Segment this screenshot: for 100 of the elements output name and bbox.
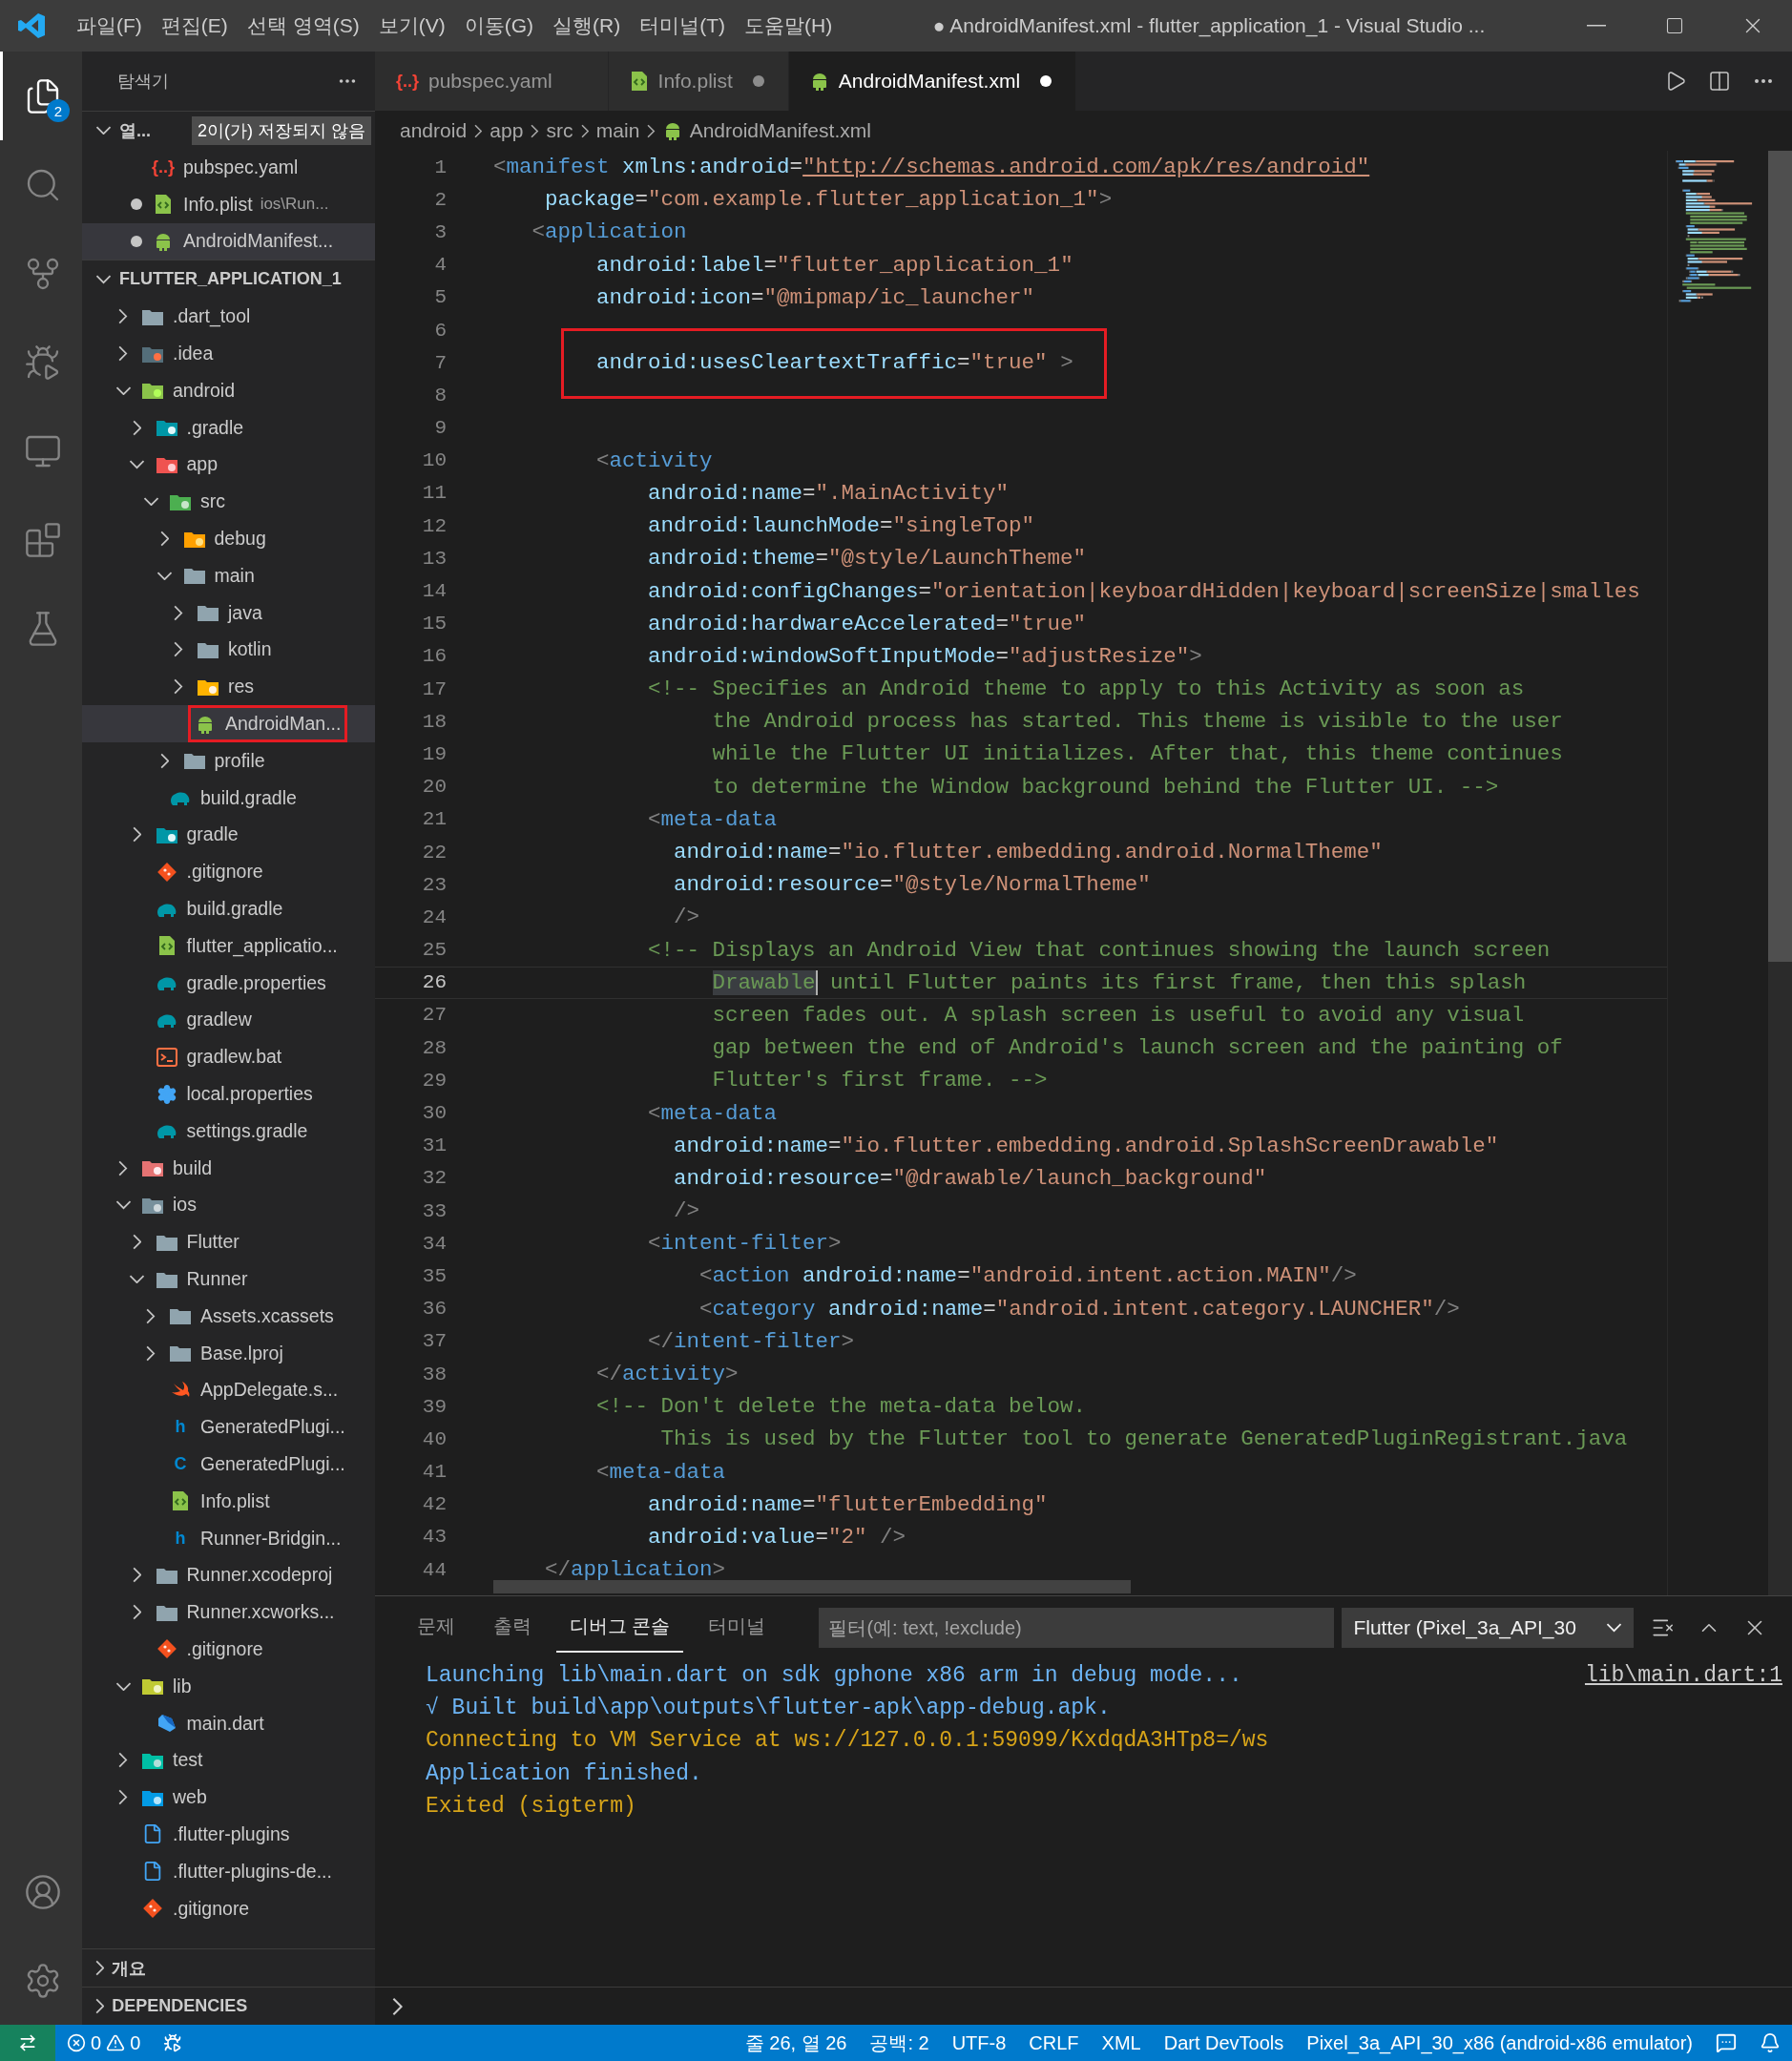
menu-item[interactable]: 실행(R) <box>543 12 631 39</box>
panel-tab[interactable]: 문제 <box>404 1603 469 1653</box>
menu-item[interactable]: 이동(G) <box>454 12 543 39</box>
panel-tab[interactable]: 출력 <box>480 1603 545 1653</box>
status-item[interactable]: 줄 26, 열 26 <box>733 2030 859 2056</box>
scrollbar[interactable] <box>1768 151 1792 1595</box>
menu-item[interactable]: 편집(E) <box>151 12 238 39</box>
chevron-right-icon <box>132 1567 142 1584</box>
open-editor-item[interactable]: AndroidManifest... <box>82 222 375 260</box>
tree-item[interactable]: java <box>82 593 375 632</box>
panel-tab[interactable]: 디버그 콘솔 <box>556 1603 684 1653</box>
tree-item[interactable]: build.gradle <box>82 779 375 817</box>
problems-status[interactable]: 0 0 <box>55 2031 153 2054</box>
tree-item[interactable]: test <box>82 1741 375 1780</box>
tree-item[interactable]: res <box>82 668 375 706</box>
menu-item[interactable]: 선택 영역(S) <box>237 12 369 39</box>
breadcrumb-item[interactable]: android <box>400 119 468 142</box>
tree-item[interactable]: .gitignore <box>82 1631 375 1668</box>
tree-item[interactable]: h GeneratedPlugi... <box>82 1408 375 1447</box>
editor-tab[interactable]: Info.plist <box>608 52 789 111</box>
breadcrumb-item[interactable]: app <box>490 119 524 142</box>
tree-item[interactable]: gradle.properties <box>82 964 375 1002</box>
status-item[interactable]: XML <box>1090 2031 1153 2054</box>
session-dropdown[interactable]: Flutter (Pixel_3a_API_30 <box>1342 1608 1635 1648</box>
status-item[interactable]: Dart DevTools <box>1152 2031 1296 2054</box>
section-header[interactable]: 열... 2이(가) 저장되지 않음 <box>82 111 375 149</box>
tree-item[interactable]: flutter_applicatio... <box>82 926 375 965</box>
tree-item[interactable]: profile <box>82 741 375 780</box>
tree-item[interactable]: main <box>82 556 375 594</box>
tree-item[interactable]: Runner.xcodeproj <box>82 1556 375 1594</box>
split-editor-icon[interactable] <box>1708 70 1731 93</box>
editor-tab[interactable]: AndroidManifest.xml <box>788 52 1077 111</box>
tree-item[interactable]: gradle <box>82 816 375 854</box>
tree-item[interactable]: AndroidMan... <box>82 705 375 742</box>
remote-button[interactable] <box>0 2025 55 2061</box>
line-number: 8 <box>433 384 447 406</box>
open-editor-item[interactable]: Info.plist ios\Run... <box>82 185 375 223</box>
error-icon <box>67 2033 86 2052</box>
menu-item[interactable]: 터미널(T) <box>630 12 735 39</box>
file-name: .gitignore <box>186 1637 263 1660</box>
tree-item[interactable]: .gitignore <box>82 853 375 891</box>
tree-item[interactable]: android <box>82 372 375 409</box>
status-item[interactable]: CRLF <box>1017 2031 1091 2054</box>
minimize-icon <box>1587 25 1606 27</box>
menu-item[interactable]: 파일(F) <box>67 12 152 39</box>
tree-item[interactable]: web <box>82 1779 375 1817</box>
tree-item[interactable]: .idea <box>82 335 375 372</box>
menu-item[interactable]: 도움말(H) <box>734 12 843 39</box>
horizontal-scrollbar[interactable] <box>493 1580 1131 1593</box>
tree-item[interactable]: C GeneratedPlugi... <box>82 1446 375 1483</box>
breadcrumb-item[interactable]: src <box>546 119 573 142</box>
code-line: <action android:name="android.intent.action.MAIN"/> <box>698 1263 1357 1289</box>
console-line: √ Built build\app\outputs\flutter-apk\app-debug.apk. <box>426 1696 1111 1721</box>
breadcrumb-item[interactable]: AndroidManifest.xml <box>689 119 871 142</box>
tree-item[interactable]: Flutter <box>82 1223 375 1261</box>
status-item[interactable]: Pixel_3a_API_30_x86 (android-x86 emulator) <box>1295 2031 1704 2054</box>
tree-item[interactable]: .flutter-plugins <box>82 1816 375 1853</box>
tree-item[interactable]: main.dart <box>82 1704 375 1742</box>
tree-item[interactable]: build.gradle <box>82 890 375 927</box>
status-item[interactable]: 공백: 2 <box>858 2030 941 2056</box>
status-item[interactable]: UTF-8 <box>940 2031 1018 2054</box>
source-link[interactable]: lib\main.dart:1 <box>1584 1663 1782 1689</box>
tree-item[interactable]: app <box>82 446 375 484</box>
tree-item[interactable]: .dart_tool <box>82 298 375 336</box>
tree-item[interactable]: Assets.xcassets <box>82 1297 375 1335</box>
tree-item[interactable]: .flutter-plugins-de... <box>82 1852 375 1890</box>
breadcrumb-item[interactable]: main <box>595 119 640 142</box>
tree-item[interactable]: .gradle <box>82 408 375 447</box>
tree-item[interactable]: local.properties <box>82 1075 375 1113</box>
tree-item[interactable]: Runner.xcworks... <box>82 1593 375 1632</box>
tree-item[interactable]: debug <box>82 520 375 557</box>
tree-item[interactable]: gradlew.bat <box>82 1038 375 1076</box>
tree-item[interactable]: build <box>82 1149 375 1187</box>
code-line: android:name="flutterEmbedding" <box>647 1491 1048 1517</box>
tree-item[interactable]: lib <box>82 1667 375 1705</box>
file-name: Info.plist <box>200 1489 270 1512</box>
tree-item[interactable]: Runner <box>82 1260 375 1298</box>
tree-item[interactable]: src <box>82 483 375 521</box>
tree-item[interactable]: .gitignore <box>82 1889 375 1927</box>
tree-item[interactable]: kotlin <box>82 631 375 669</box>
editor-tab[interactable]: {..} pubspec.yaml <box>375 52 609 111</box>
open-editor-item[interactable]: {..} pubspec.yaml <box>82 149 375 186</box>
panel-tab[interactable]: 터미널 <box>695 1603 780 1653</box>
menu-item[interactable]: 보기(V) <box>368 12 455 39</box>
file-name: gradle <box>186 823 239 846</box>
tree-item[interactable]: settings.gradle <box>82 1112 375 1150</box>
filter-field[interactable]: 필터(예: text, !exclude) <box>819 1608 1335 1648</box>
code-line: android:name=".MainActivity" <box>647 480 1010 506</box>
file-name: build <box>173 1156 213 1179</box>
file-name: test <box>173 1749 203 1772</box>
tree-item[interactable]: AppDelegate.s... <box>82 1371 375 1409</box>
tree-item[interactable]: ios <box>82 1186 375 1224</box>
code-line: android:launchMode="singleTop" <box>647 513 1035 539</box>
tree-item[interactable]: Base.lproj <box>82 1334 375 1372</box>
tree-item[interactable]: h Runner-Bridgin... <box>82 1519 375 1557</box>
code-line: android:windowSoftInputMode="adjustResize"> <box>647 643 1202 669</box>
code-line: /> <box>673 1198 700 1224</box>
tree-item[interactable]: Info.plist <box>82 1482 375 1520</box>
tree-item[interactable]: gradlew <box>82 1001 375 1039</box>
line-number: 10 <box>421 449 447 472</box>
